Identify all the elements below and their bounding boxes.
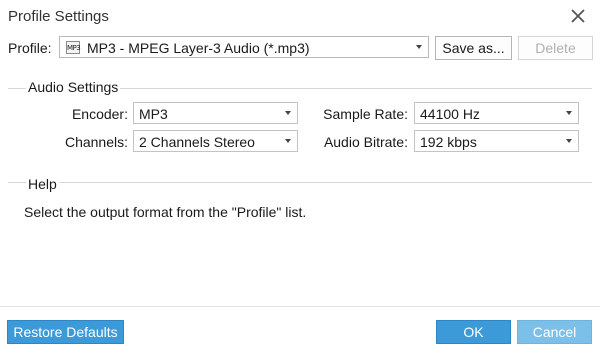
save-as-button[interactable]: Save as... [435, 36, 512, 60]
audio-bitrate-label: Audio Bitrate: [323, 134, 408, 150]
help-text: Select the output format from the "Profi… [24, 204, 307, 220]
mp3-file-icon: MP3 [66, 41, 81, 54]
audio-bitrate-select[interactable]: 192 kbps [414, 130, 579, 152]
chevron-down-icon [285, 139, 291, 143]
window-title: Profile Settings [8, 8, 109, 25]
chevron-down-icon [566, 139, 572, 143]
profile-select[interactable]: MP3 MP3 - MPEG Layer-3 Audio (*.mp3) [59, 36, 429, 58]
chevron-down-icon [285, 111, 291, 115]
sample-rate-label: Sample Rate: [323, 106, 408, 122]
channels-label: Channels: [64, 134, 128, 150]
encoder-label: Encoder: [71, 106, 128, 122]
ok-button[interactable]: OK [436, 320, 511, 344]
profile-select-value: MP3 - MPEG Layer-3 Audio (*.mp3) [87, 40, 310, 56]
encoder-select-value: MP3 [139, 106, 168, 122]
delete-button[interactable]: Delete [518, 36, 593, 60]
cancel-button[interactable]: Cancel [517, 320, 592, 344]
help-title: Help [26, 176, 59, 192]
channels-select[interactable]: 2 Channels Stereo [133, 130, 298, 152]
help-section-divider [8, 182, 592, 183]
title-bar: Profile Settings [0, 0, 600, 34]
restore-defaults-button[interactable]: Restore Defaults [7, 320, 124, 344]
close-icon[interactable] [568, 6, 588, 26]
sample-rate-select-value: 44100 Hz [420, 106, 480, 122]
channels-select-value: 2 Channels Stereo [139, 134, 255, 150]
chevron-down-icon [566, 111, 572, 115]
encoder-select[interactable]: MP3 [133, 102, 298, 124]
sample-rate-select[interactable]: 44100 Hz [414, 102, 579, 124]
audio-bitrate-select-value: 192 kbps [420, 134, 477, 150]
audio-settings-title: Audio Settings [26, 79, 121, 95]
profile-label: Profile: [8, 40, 52, 56]
chevron-down-icon [416, 45, 422, 49]
